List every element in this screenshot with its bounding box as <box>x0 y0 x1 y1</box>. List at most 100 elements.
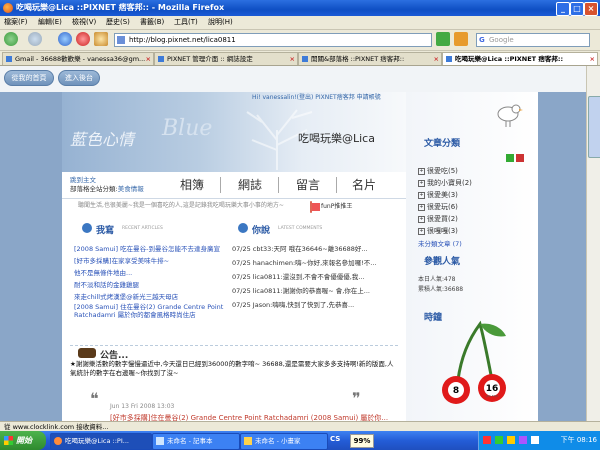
nav-profile[interactable]: 名片 <box>352 176 376 193</box>
battery-percent: 99% <box>350 434 374 448</box>
recent-article-link[interactable]: [好市多採購]在家享受美味牛排~ <box>74 255 224 265</box>
paint-icon <box>244 437 252 445</box>
minimize-button[interactable]: _ <box>556 2 570 16</box>
menu-view[interactable]: 檢視(V) <box>72 17 96 27</box>
category-item[interactable]: + 很嘎嘎(3) <box>418 226 458 236</box>
menu-tools[interactable]: 工具(T) <box>174 17 198 27</box>
open-quote-icon: ❝ <box>90 389 99 408</box>
my-homepage-button[interactable]: 從我的首頁 <box>4 70 54 86</box>
tab-pixnet-admin[interactable]: PIXNET 管理介面 :: 網誌設定 × <box>154 52 298 65</box>
taskbar-item-notepad[interactable]: 未命名 - 記事本 <box>152 433 240 450</box>
category-item[interactable]: + 很愛吃(5) <box>418 166 458 176</box>
tab-gmail[interactable]: Gmail - 36688歡歡樂 - vanessa36@gm... × <box>2 52 154 65</box>
go-button[interactable] <box>436 32 450 46</box>
categories-title: 文章分類 <box>424 139 461 149</box>
search-input[interactable]: G Google <box>476 33 590 47</box>
volume-icon[interactable] <box>531 436 539 444</box>
category-add-icon[interactable] <box>506 154 514 162</box>
main-content: 我寫 RECENT ARTICLES [2008 Samui] 吃在曼谷-到曼谷… <box>62 213 406 421</box>
uncategorized-link[interactable]: 未分類文章 (7) <box>418 238 462 248</box>
nav-guestbook[interactable]: 留言 <box>296 176 320 193</box>
tray-app-icon[interactable] <box>507 436 515 444</box>
blog-title[interactable]: 吃喝玩樂@Lica <box>298 130 375 146</box>
comment-item[interactable]: 07/25 Jason:嗨嗨,快到了快到了,先恭喜... <box>232 299 400 309</box>
gmail-favicon-icon <box>6 56 12 62</box>
menu-bookmarks[interactable]: 書籤(B) <box>140 17 164 27</box>
expand-icon: + <box>418 215 425 223</box>
back-arrow-icon[interactable] <box>4 32 18 46</box>
pixnet-favicon-icon <box>446 56 452 62</box>
tab-lica-blog[interactable]: 吃喝玩樂@Lica ::PIXNET 痞客邦:: × <box>442 52 598 65</box>
header-blue-text: Blue <box>162 116 213 141</box>
reload-icon[interactable] <box>58 32 72 46</box>
recent-articles-title: 我寫 <box>96 226 115 236</box>
google-icon: G <box>479 36 485 44</box>
system-tray: 下午 08:16 <box>478 431 600 450</box>
tray-app-icon[interactable] <box>483 436 491 444</box>
stop-icon[interactable] <box>76 32 90 46</box>
window-title-bar[interactable]: 吃喝玩樂@Lica ::PIXNET 痞客邦:: - Mozilla Firef… <box>0 0 600 16</box>
menu-help[interactable]: 說明(H) <box>208 17 233 27</box>
recent-article-link[interactable]: 耐不淡和話的金雞雞腿 <box>74 279 224 289</box>
maximize-button[interactable]: □ <box>570 2 584 16</box>
menu-file[interactable]: 檔案(F) <box>4 17 28 27</box>
category-item[interactable]: + 我的小寶貝(2) <box>418 178 472 188</box>
nav-blog[interactable]: 網誌 <box>238 176 262 193</box>
close-tab-icon[interactable]: × <box>434 53 439 65</box>
taskbar-item-firefox[interactable]: 吃喝玩樂@Lica ::PI... <box>50 433 152 450</box>
category-remove-icon[interactable] <box>516 154 524 162</box>
close-tab-icon[interactable]: × <box>146 53 151 65</box>
blog-header: Hi! vanessalin!(登出) PIXNET痞客邦 申請帳號 Blue … <box>62 92 406 172</box>
expand-icon: + <box>418 191 425 199</box>
post-preview: ❝ ❞ Jun 13 Fri 2008 13:03 [好市多採購]住在曼谷(2)… <box>82 389 388 421</box>
scrollbar-thumb[interactable] <box>588 96 600 158</box>
site-category-link[interactable]: 美食情報 <box>118 185 144 193</box>
recent-article-link[interactable]: 他不是無條件地由... <box>74 267 224 277</box>
forward-arrow-icon[interactable] <box>28 32 42 46</box>
comment-item[interactable]: 07/25 hanachimen:嗨~你好,來報名參加囉!不... <box>232 257 400 267</box>
comment-item[interactable]: 07/25 lica0811:謝謝你的恭喜喔~ 會,你在上... <box>232 285 400 295</box>
navigation-toolbar: http://blog.pixnet.net/lica0811 G Google <box>0 30 600 51</box>
web-page: 從我的首頁 進入後台 Hi! vanessalin!(登出) PIXNET痞客邦… <box>0 66 600 421</box>
tray-app-icon[interactable] <box>495 436 503 444</box>
close-button[interactable]: × <box>584 2 598 16</box>
post-date: Jun 13 Fri 2008 13:03 <box>110 403 175 410</box>
tray-app-icon[interactable] <box>519 436 527 444</box>
nav-album[interactable]: 相簿 <box>180 176 204 193</box>
menu-edit[interactable]: 編輯(E) <box>38 17 62 27</box>
tab-blog-switch[interactable]: 開關&部落格 ::PIXNET 痞客邦:: × <box>298 52 442 65</box>
rss-feed-icon[interactable] <box>454 32 468 46</box>
popularity-title: 參觀人氣 <box>424 257 461 267</box>
cherry-minute: 16 <box>486 384 499 394</box>
site-favicon-icon <box>117 36 125 44</box>
recent-article-link[interactable]: 來走chill式烤漢堡@新光三越天母店 <box>74 291 224 301</box>
comment-item[interactable]: 07/25 cbt33:天阿 哦在36646~離36688好... <box>232 243 400 253</box>
blog-nav-row: 跳到主文 部落格全站分類:美食情報 相簿 網誌 留言 名片 <box>62 172 406 199</box>
taskbar-clock[interactable]: 下午 08:16 <box>561 431 597 450</box>
input-language-indicator[interactable]: CS <box>330 435 340 443</box>
cherry-hour: 8 <box>453 386 459 396</box>
post-title[interactable]: [好市多採購]住在曼谷(2) Grande Centre Point Ratch… <box>110 413 388 421</box>
close-tab-icon[interactable]: × <box>590 53 595 65</box>
category-item[interactable]: + 很愛美(3) <box>418 190 458 200</box>
cherry-clock-widget[interactable]: 8 16 JPG FILE <box>440 320 510 410</box>
vertical-scrollbar[interactable] <box>586 66 600 421</box>
taskbar-item-paint[interactable]: 未命名 - 小畫家 <box>240 433 328 450</box>
recent-article-link[interactable]: [2008 Samui] 住在曼谷(2) Grande Centre Point… <box>74 303 224 327</box>
address-bar[interactable]: http://blog.pixnet.net/lica0811 <box>114 33 432 47</box>
home-icon[interactable] <box>94 32 108 46</box>
close-quote-icon: ❞ <box>352 389 361 408</box>
funp-button[interactable]: funP推推王 <box>310 201 352 213</box>
backend-button[interactable]: 進入後台 <box>58 70 100 86</box>
category-item[interactable]: + 很愛玩(6) <box>418 202 458 212</box>
recent-article-link[interactable]: [2008 Samui] 吃在曼谷-到曼谷怎能不去達身廣宣 <box>74 243 224 253</box>
category-item[interactable]: + 很愛買(2) <box>418 214 458 224</box>
funp-icon <box>312 203 320 211</box>
today-visitors: 本日人氣:478 <box>418 276 456 283</box>
bird-icon <box>497 104 523 127</box>
address-value: http://blog.pixnet.net/lica0811 <box>129 36 236 44</box>
start-button[interactable]: 開始 <box>0 431 46 450</box>
close-tab-icon[interactable]: × <box>290 53 295 65</box>
comment-item[interactable]: 07/25 lica0811:還沒到,不會不會優優優,我... <box>232 271 400 281</box>
menu-history[interactable]: 歷史(S) <box>106 17 130 27</box>
